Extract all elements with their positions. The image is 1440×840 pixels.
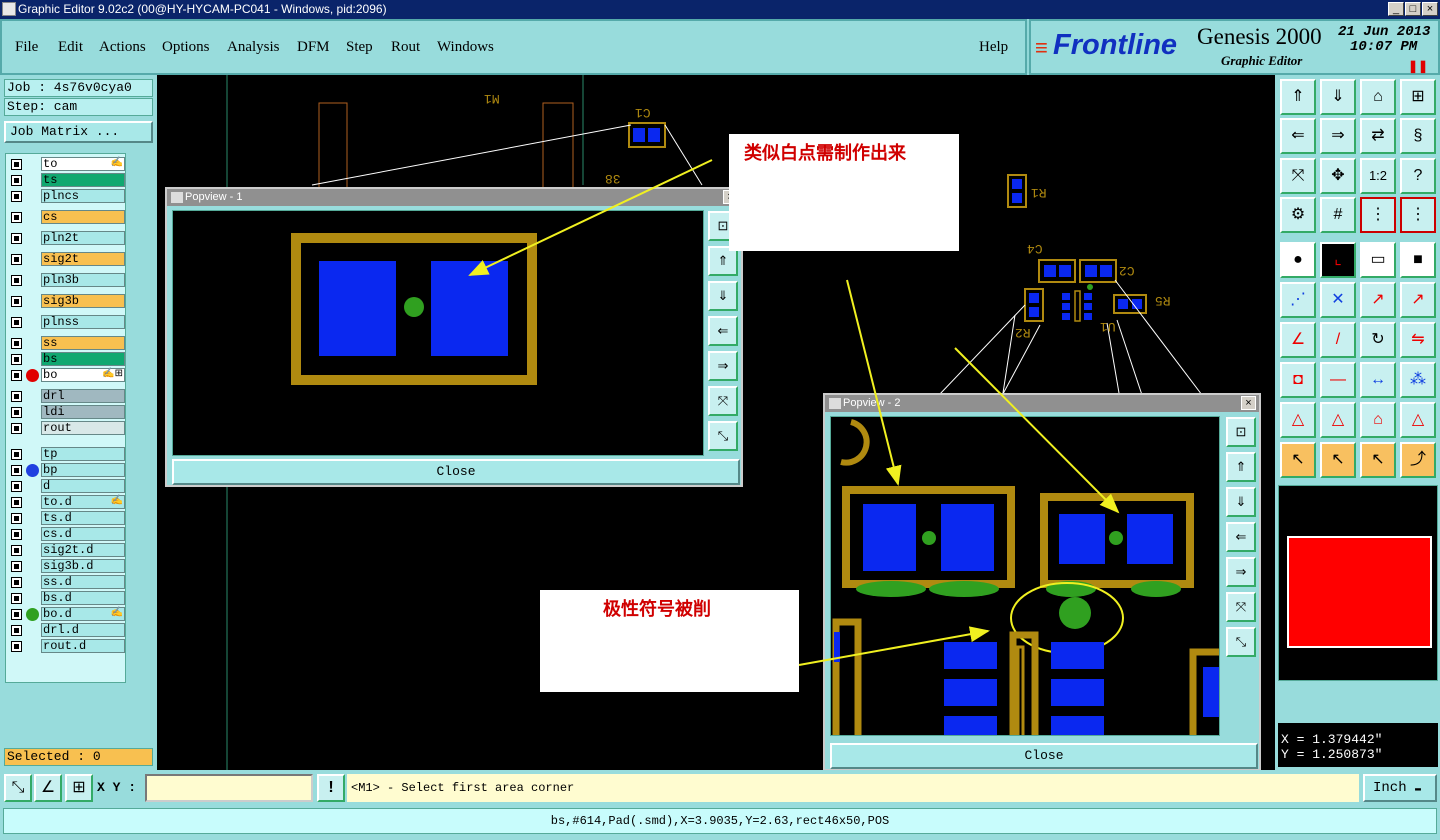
zoom-center-icon[interactable]: ✥ [1320,158,1356,194]
ruler-icon[interactable]: ▭ [1360,242,1396,278]
right-toolbar-panel: ⇑ ⇓ ⌂ ⊞ ⇐ ⇒ ⇄ § ⤧ ✥ 1:2 ? ⚙ # ⋮ ⋮ ● ⌞ ▭ … [1275,75,1440,770]
cross-icon[interactable]: ✕ [1320,282,1356,318]
help-icon[interactable]: ? [1400,158,1436,194]
minimize-button[interactable]: _ [1388,2,1404,16]
coord-y: Y = 1.250873" [1281,747,1383,762]
xy-label: X Y : [97,780,137,795]
pad-snap-icon[interactable]: ◘ [1280,362,1316,398]
xy-input[interactable] [145,774,313,802]
arc-icon[interactable]: ↻ [1360,322,1396,358]
flip-icon[interactable]: ⇋ [1400,322,1436,358]
triangle-alt-icon[interactable]: △ [1320,402,1356,438]
pointer-select-icon[interactable]: ↖ [1360,442,1396,478]
close-window-button[interactable]: × [1422,2,1438,16]
line-point-alt-icon[interactable]: ↗ [1400,282,1436,318]
coord-x: X = 1.379442" [1281,732,1383,747]
bottom-bar: ⤡ ∠ ⊞ X Y : ! <M1> - Select first area c… [0,770,1440,840]
home-icon[interactable]: ⌂ [1360,79,1396,115]
window-split-icon[interactable]: ⊞ [1400,79,1436,115]
traffic-light-icon[interactable]: ⋮ [1360,197,1396,233]
overview-map[interactable] [1278,485,1438,681]
maximize-button[interactable]: □ [1405,2,1421,16]
arch-icon[interactable]: ⌂ [1360,402,1396,438]
logo-time: 10:07 PM [1350,39,1418,55]
triangle-cross-icon[interactable]: △ [1400,402,1436,438]
swap-icon[interactable]: ⇄ [1360,118,1396,154]
zoom-fit-icon[interactable]: ⤧ [1280,158,1316,194]
prompt-field: <M1> - Select first area corner [347,774,1359,802]
slash-line-icon[interactable]: / [1320,322,1356,358]
pause-icon: ❚❚ [1408,59,1429,73]
horizontal-line-icon[interactable]: — [1320,362,1356,398]
traffic-light-alt-icon[interactable]: ⋮ [1400,197,1436,233]
overview-viewport[interactable] [1287,536,1432,648]
grid-icon[interactable]: # [1320,197,1356,233]
logo-date: 21 Jun 2013 [1338,24,1431,40]
dropdown-icon: ▬ [1415,784,1422,795]
pan-left-icon[interactable]: ⇐ [1280,118,1316,154]
measure-icon[interactable]: ⌞ [1320,242,1356,278]
alert-icon[interactable]: ! [317,774,345,802]
distance-icon[interactable]: ↔ [1360,362,1396,398]
feature-info-bar: bs,#614,Pad(.smd),X=3.9035,Y=2.63,rect46… [3,808,1437,834]
group-pads-icon[interactable]: ⁂ [1400,362,1436,398]
step-up-icon[interactable]: ⇑ [1280,79,1316,115]
select-feature-icon[interactable]: ● [1280,242,1316,278]
line-to-point-icon[interactable]: ↗ [1360,282,1396,318]
annotation-arrows [468,159,1120,666]
step-down-icon[interactable]: ⇓ [1320,79,1356,115]
pointer-icon[interactable]: ↖ [1280,442,1316,478]
pan-right-icon[interactable]: ⇒ [1320,118,1356,154]
unit-select[interactable]: Inch ▬ [1363,774,1437,802]
scale-one-two-icon[interactable]: 1:2 [1360,158,1396,194]
pad-outline-icon[interactable]: ■ [1400,242,1436,278]
unit-value: Inch [1373,780,1407,796]
pointer-box-icon[interactable]: ↖ [1320,442,1356,478]
angle-icon[interactable]: ∠ [1280,322,1316,358]
route-icon[interactable]: ⤴ [1400,442,1436,478]
coordinate-readout: X = 1.379442" Y = 1.250873" [1278,723,1438,767]
measure-tool-icon[interactable]: ∠ [34,774,62,802]
zoom-box-icon[interactable]: ⤡ [4,774,32,802]
triangle-icon[interactable]: △ [1280,402,1316,438]
settings-icon[interactable]: ⚙ [1280,197,1316,233]
connect-icon[interactable]: ⋰ [1280,282,1316,318]
snap-grid-icon[interactable]: ⊞ [65,774,93,802]
snake-icon[interactable]: § [1400,118,1436,154]
